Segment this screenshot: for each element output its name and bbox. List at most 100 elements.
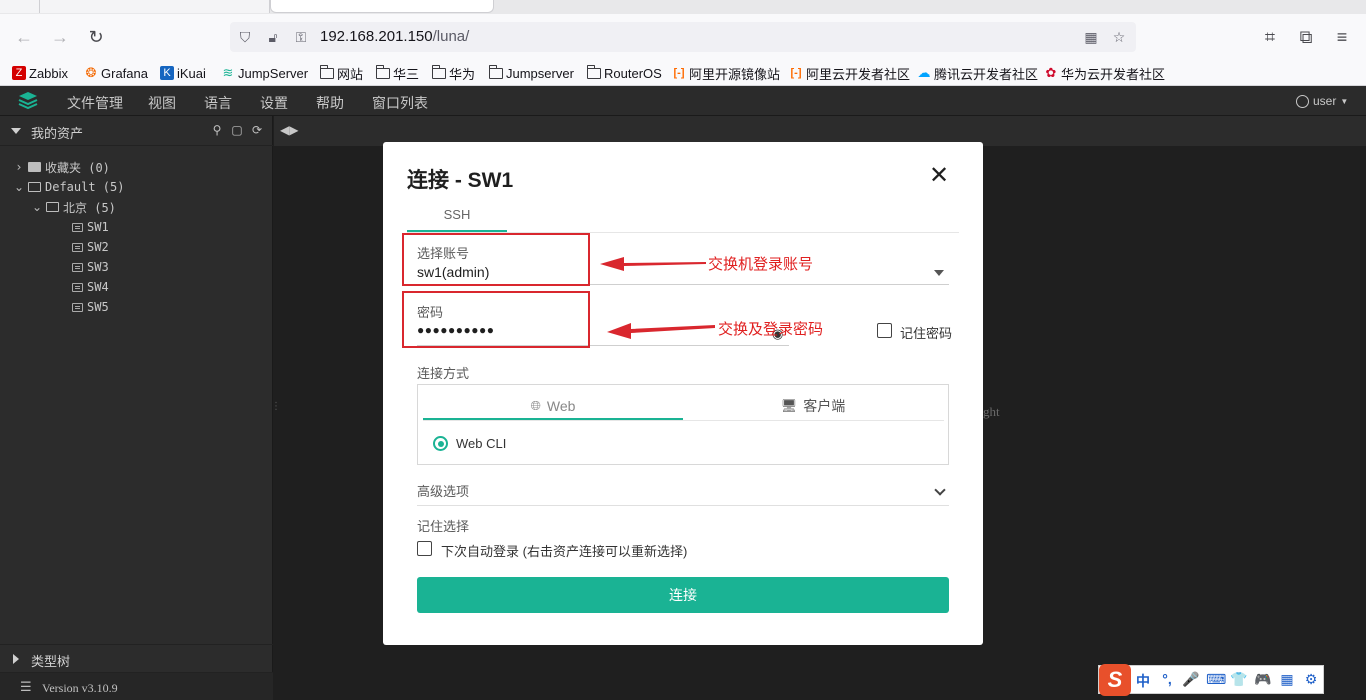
skin-icon[interactable]: 👕 <box>1230 671 1248 688</box>
bookmark-label: 网站 <box>337 66 364 82</box>
back-icon[interactable]: ← <box>13 26 35 48</box>
url-host: 192.168.201.150 <box>320 28 433 45</box>
browser-tab[interactable] <box>40 0 270 13</box>
advanced-options-toggle[interactable]: 高级选项 <box>417 481 469 500</box>
tree-asset-sw3[interactable]: SW3 <box>72 258 109 276</box>
web-cli-label: Web CLI <box>456 436 507 451</box>
screenshot-crop-icon[interactable]: ⌗ <box>1259 26 1281 48</box>
menu-settings[interactable]: 设置 <box>260 93 288 113</box>
menu-view[interactable]: 视图 <box>148 93 176 113</box>
toolbox-icon[interactable]: ▦ <box>1278 671 1296 688</box>
connect-button[interactable]: 连接 <box>417 577 949 613</box>
sogou-logo-icon[interactable]: S <box>1099 664 1131 696</box>
globe-icon: 🌐︎ <box>530 398 541 413</box>
desktop-icon: 🖥︎ <box>780 398 798 413</box>
remember-password-checkbox[interactable] <box>877 323 892 338</box>
tab-active-indicator <box>423 418 683 420</box>
key-icon[interactable]: ⚿ <box>292 28 310 46</box>
annotation-text-account: 交换机登录账号 <box>708 256 814 273</box>
asset-sidebar: 我的资产 ⚲ ▢ ⟳ › 收藏夹 (0) ⌄ Default (5) ⌄ 北京 … <box>0 116 273 700</box>
tab-client[interactable]: 🖥︎ 客户端 <box>683 393 943 419</box>
tab-ssh[interactable]: SSH <box>407 202 507 232</box>
qr-code-icon[interactable]: ▦ <box>1082 28 1100 46</box>
forward-icon[interactable]: → <box>49 26 71 48</box>
web-cli-radio[interactable] <box>433 436 448 451</box>
tree-node-favorites[interactable]: › 收藏夹 (0) <box>14 158 110 176</box>
folder-icon <box>587 64 601 79</box>
bookmark-grafana[interactable]: ❂ Grafana <box>84 64 148 82</box>
bookmark-aliyun-dev[interactable]: [-] 阿里云开发者社区 <box>789 64 911 82</box>
type-tree-section[interactable]: 类型树 <box>0 644 273 672</box>
collapse-caret-icon[interactable] <box>11 128 21 134</box>
browser-tab[interactable] <box>0 0 40 13</box>
extensions-icon[interactable]: ⧉ <box>1295 26 1317 48</box>
menu-help[interactable]: 帮助 <box>316 93 344 113</box>
microphone-icon[interactable]: 🎤 <box>1182 671 1200 688</box>
tree-node-default[interactable]: ⌄ Default (5) <box>14 178 124 196</box>
bookmark-aliyun-mirror[interactable]: [-] 阿里开源镜像站 <box>672 64 781 82</box>
bookmark-jumpserver[interactable]: ≋ JumpServer <box>221 64 309 82</box>
shield-icon[interactable]: ⛉ <box>236 28 254 46</box>
game-icon[interactable]: 🎮 <box>1254 671 1272 688</box>
ime-punctuation[interactable]: °, <box>1158 671 1176 687</box>
refresh-icon[interactable]: ⟳ <box>250 123 264 137</box>
bookmark-folder[interactable]: 华三 <box>376 64 419 82</box>
bookmark-label: Jumpserver <box>506 65 574 81</box>
tree-asset-sw1[interactable]: SW1 <box>72 218 109 236</box>
auto-login-checkbox[interactable] <box>417 541 432 556</box>
bookmark-zabbix[interactable]: Z Zabbix <box>12 64 68 82</box>
folder-icon <box>432 64 446 79</box>
bookmark-label: Grafana <box>101 65 148 81</box>
bookmark-tencent-cloud[interactable]: ☁ 腾讯云开发者社区 <box>917 64 1039 82</box>
ikuai-icon: K <box>160 66 174 80</box>
bookmark-label: iKuai <box>177 65 206 81</box>
tree-asset-sw4[interactable]: SW4 <box>72 278 109 296</box>
tree-asset-sw5[interactable]: SW5 <box>72 298 109 316</box>
expand-icon[interactable]: ▢ <box>230 123 244 137</box>
bookmark-label: RouterOS <box>604 65 662 81</box>
tree-asset-sw2[interactable]: SW2 <box>72 238 109 256</box>
folder-icon <box>489 64 503 79</box>
bookmark-label: Zabbix <box>29 65 69 81</box>
bookmark-huawei-cloud[interactable]: ✿ 华为云开发者社区 <box>1044 64 1165 82</box>
bookmark-label: 阿里开源镜像站 <box>689 66 781 82</box>
url-text[interactable]: 192.168.201.150/luna/ <box>320 28 469 45</box>
auto-login-label: 下次自动登录 (右击资产连接可以重新选择) <box>441 544 688 559</box>
bookmark-ikuai[interactable]: KiKuai <box>160 64 206 82</box>
tab-web[interactable]: 🌐︎ Web <box>423 393 683 419</box>
resize-handle[interactable]: ⋮ <box>271 401 281 412</box>
bookmark-folder[interactable]: Jumpserver <box>489 64 574 82</box>
tab-client-label: 客户端 <box>803 398 846 414</box>
bookmark-folder[interactable]: 网站 <box>320 64 363 82</box>
list-icon[interactable]: ☰ <box>20 679 32 695</box>
url-path: /luna/ <box>432 28 470 45</box>
insecure-lock-icon[interactable]: 🔓︎ <box>264 28 282 46</box>
expand-caret-icon <box>13 654 19 664</box>
zabbix-icon: Z <box>12 66 26 80</box>
settings-icon[interactable]: ⚙ <box>1302 671 1320 688</box>
toggle-sidebar-icon[interactable]: ◀▶ <box>280 123 298 137</box>
huawei-icon: ✿ <box>1045 65 1057 80</box>
keyboard-icon[interactable]: ⌨ <box>1206 671 1226 688</box>
tree-node-beijing[interactable]: ⌄ 北京 (5) <box>32 198 116 216</box>
reload-icon[interactable]: ↻ <box>85 26 107 48</box>
user-menu[interactable]: user ▼ <box>1296 94 1348 108</box>
address-bar[interactable]: ⛉ 🔓︎ ⚿ 192.168.201.150/luna/ ▦ ☆ <box>230 22 1136 52</box>
menu-window-list[interactable]: 窗口列表 <box>372 93 428 113</box>
ime-chinese-mode[interactable]: 中 <box>1134 671 1152 691</box>
menu-icon[interactable]: ≡ <box>1331 26 1353 48</box>
menu-file-manager[interactable]: 文件管理 <box>67 93 123 113</box>
menu-language[interactable]: 语言 <box>204 93 232 113</box>
browser-tab-active[interactable] <box>270 0 494 13</box>
bookmark-folder[interactable]: 华为 <box>432 64 475 82</box>
search-icon[interactable]: ⚲ <box>210 123 224 137</box>
dropdown-caret-icon[interactable] <box>934 270 944 276</box>
tree-node-label: 北京 (5) <box>63 200 116 215</box>
bookmark-star-icon[interactable]: ☆ <box>1110 28 1128 46</box>
chevron-down-icon[interactable] <box>934 484 946 496</box>
field-underline <box>417 505 949 506</box>
bookmark-folder[interactable]: RouterOS <box>587 64 662 82</box>
app-menubar: 文件管理 视图 语言 设置 帮助 窗口列表 user ▼ <box>0 86 1366 116</box>
folder-open-icon <box>28 182 41 192</box>
close-icon[interactable]: ✕ <box>928 164 950 188</box>
